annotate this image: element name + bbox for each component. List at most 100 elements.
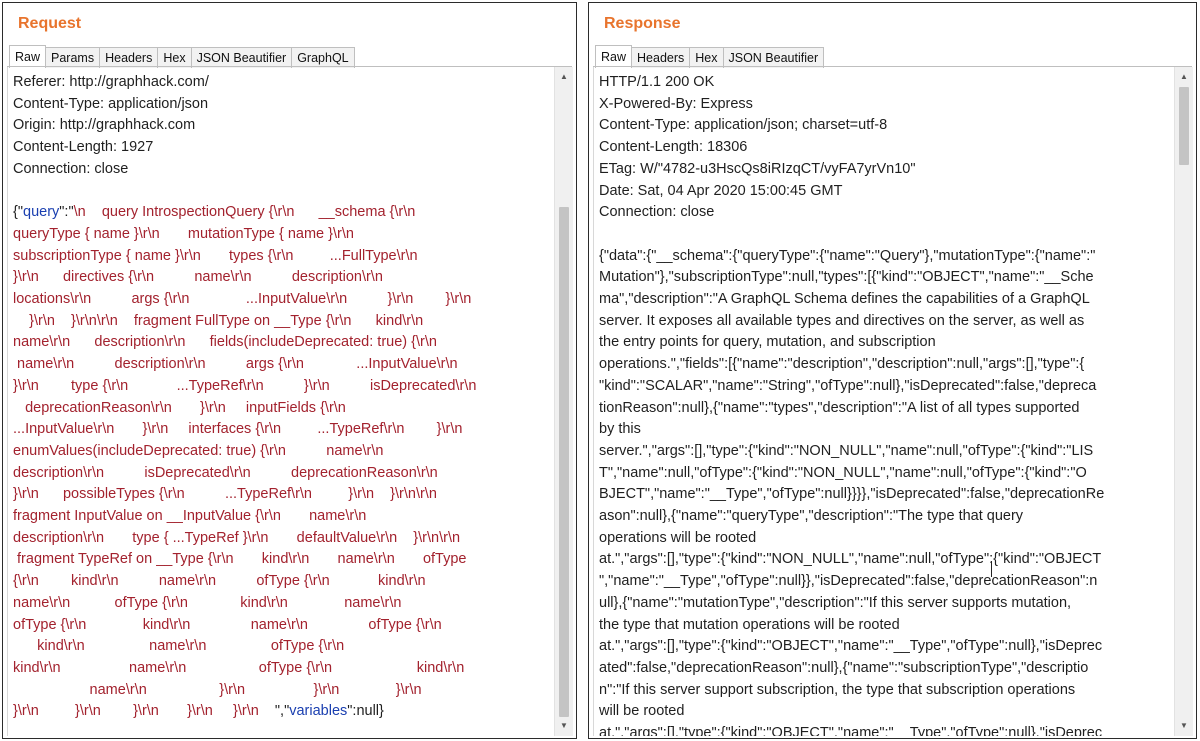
response-body-line: operations.","fields":[{"name":"descript… — [599, 356, 1085, 373]
json-string-value: fragment InputValue on __InputValue {\r\… — [13, 508, 367, 525]
response-tab-json-beautifier[interactable]: JSON Beautifier — [722, 47, 825, 68]
scroll-down-arrow-icon[interactable]: ▼ — [1175, 718, 1193, 734]
json-punctuation: ":" — [59, 204, 74, 221]
response-body-line: the entry points for query, mutation, an… — [599, 334, 936, 351]
response-header-line: X-Powered-By: Express — [599, 95, 753, 112]
response-body-line: {"data":{"__schema":{"queryType":{"name"… — [599, 247, 1096, 264]
request-body-line: locations\r\n args {\r\n ...InputValue\r… — [13, 289, 552, 311]
request-body-line: kind\r\n name\r\n ofType {\r\n — [13, 636, 552, 658]
response-header-line: Connection: close — [599, 204, 715, 221]
json-string-value: {\r\n kind\r\n name\r\n ofType {\r\n kin… — [13, 573, 426, 590]
json-string-value: name\r\n }\r\n }\r\n }\r\n — [13, 681, 422, 698]
request-header-line: Content-Length: 1927 — [13, 139, 154, 156]
json-string-value: ofType {\r\n kind\r\n name\r\n ofType {\… — [13, 616, 442, 633]
json-key: variables — [289, 703, 348, 720]
json-string-value: queryType { name }\r\n mutationType { na… — [13, 225, 354, 242]
request-body: {"query":"\n query IntrospectionQuery {\… — [13, 202, 552, 723]
json-string-value: }\r\n type {\r\n ...TypeRef\r\n }\r\n is… — [13, 377, 477, 394]
response-scrollbar[interactable]: ▲ ▼ — [1174, 67, 1193, 736]
request-body-line: kind\r\n name\r\n ofType {\r\n kind\r\n — [13, 658, 552, 680]
response-header-line: Content-Length: 18306 — [599, 139, 748, 156]
response-tab-headers[interactable]: Headers — [631, 47, 691, 68]
request-title: Request — [18, 15, 82, 32]
json-string-value: description\r\n isDeprecated\r\n depreca… — [13, 464, 438, 481]
request-header-line: Referer: http://graphhack.com/ — [13, 74, 209, 90]
request-tabs: Raw Params Headers Hex JSON Beautifier G… — [9, 45, 355, 68]
response-blank-line — [599, 224, 1172, 246]
json-string-value: name\r\n ofType {\r\n kind\r\n name\r\n — [13, 594, 402, 611]
request-body-line: }\r\n }\r\n }\r\n }\r\n }\r\n ","variabl… — [13, 701, 552, 723]
request-tab-graphql[interactable]: GraphQL — [291, 47, 355, 68]
response-title: Response — [604, 15, 681, 32]
request-scroll-thumb[interactable] — [559, 207, 569, 717]
json-string-value: }\r\n directives {\r\n name\r\n descript… — [13, 269, 383, 286]
response-body-line: BJECT","name":"__Type","ofType":null}}}}… — [599, 486, 1105, 503]
request-body-line: enumValues(includeDeprecated: true) {\r\… — [13, 441, 552, 463]
response-body: {"data":{"__schema":{"queryType":{"name"… — [599, 246, 1172, 736]
json-string-value: \n query IntrospectionQuery {\r\n __sche… — [73, 204, 416, 221]
response-body-line: at.","args":[],"type":{"kind":"NON_NULL"… — [599, 551, 1102, 568]
request-body-line: ofType {\r\n kind\r\n name\r\n ofType {\… — [13, 615, 552, 637]
request-body-line: name\r\n }\r\n }\r\n }\r\n — [13, 680, 552, 702]
json-string-value: fragment TypeRef on __Type {\r\n kind\r\… — [13, 551, 467, 568]
request-tab-hex[interactable]: Hex — [157, 47, 192, 68]
json-string-value: }\r\n possibleTypes {\r\n ...TypeRef\r\n… — [13, 486, 437, 503]
request-blank-line — [13, 181, 552, 203]
request-scrollbar[interactable]: ▲ ▼ — [554, 67, 573, 736]
response-pane: Response Raw Headers Hex JSON Beautifier… — [588, 2, 1197, 739]
request-body-line: }\r\n possibleTypes {\r\n ...TypeRef\r\n… — [13, 484, 552, 506]
request-body-line: {\r\n kind\r\n name\r\n ofType {\r\n kin… — [13, 571, 552, 593]
response-body-line: n":"If this server support subscription,… — [599, 681, 1076, 698]
response-body-line: will be rooted — [599, 703, 685, 720]
response-tab-hex[interactable]: Hex — [689, 47, 724, 68]
request-tab-json-beautifier[interactable]: JSON Beautifier — [190, 47, 293, 68]
response-body-line: at.","args":[],"type":{"kind":"OBJECT","… — [599, 638, 1103, 655]
request-body-line: fragment InputValue on __InputValue {\r\… — [13, 506, 552, 528]
response-headers: HTTP/1.1 200 OK X-Powered-By: Express Co… — [599, 72, 1172, 224]
scroll-up-arrow-icon[interactable]: ▲ — [1175, 69, 1193, 85]
response-header-line: Date: Sat, 04 Apr 2020 15:00:45 GMT — [599, 182, 843, 199]
json-string-value: locations\r\n args {\r\n ...InputValue\r… — [13, 291, 472, 308]
json-key: query — [23, 204, 60, 221]
json-string-value: name\r\n description\r\n args {\r\n ...I… — [13, 356, 458, 373]
response-scroll-thumb[interactable] — [1179, 87, 1189, 165]
json-punctuation: {" — [13, 204, 23, 221]
response-text[interactable]: HTTP/1.1 200 OK X-Powered-By: Express Co… — [599, 72, 1172, 736]
text-cursor-icon — [991, 561, 992, 577]
response-body-line: operations will be rooted — [599, 529, 757, 546]
json-string-value: deprecationReason\r\n }\r\n inputFields … — [13, 399, 346, 416]
response-body-line: ason":null},{"name":"queryType","descrip… — [599, 508, 1024, 525]
request-pane: Request Raw Params Headers Hex JSON Beau… — [2, 2, 577, 739]
response-editor[interactable]: HTTP/1.1 200 OK X-Powered-By: Express Co… — [593, 67, 1174, 736]
request-tab-headers[interactable]: Headers — [99, 47, 159, 68]
request-body-line: deprecationReason\r\n }\r\n inputFields … — [13, 398, 552, 420]
request-tab-params[interactable]: Params — [45, 47, 101, 68]
json-punctuation: ":null} — [347, 703, 384, 720]
request-text[interactable]: Referer: http://graphhack.com/ Content-T… — [13, 72, 552, 723]
request-body-line: }\r\n directives {\r\n name\r\n descript… — [13, 267, 552, 289]
request-tab-raw[interactable]: Raw — [9, 45, 47, 68]
request-headers: Referer: http://graphhack.com/ Content-T… — [13, 72, 552, 181]
response-body-line: at.","args":[],"type":{"kind":"OBJECT","… — [599, 725, 1103, 736]
response-body-line: the type that mutation operations will b… — [599, 616, 900, 633]
json-punctuation: "," — [274, 703, 290, 720]
request-body-line: {"query":"\n query IntrospectionQuery {\… — [13, 202, 552, 224]
response-body-line: ","name":"__Type","ofType":null}},"isDep… — [599, 573, 1098, 590]
request-body-line: }\r\n type {\r\n ...TypeRef\r\n }\r\n is… — [13, 376, 552, 398]
request-editor[interactable]: Referer: http://graphhack.com/ Content-T… — [7, 67, 554, 736]
response-tab-raw[interactable]: Raw — [595, 45, 633, 68]
request-body-line: fragment TypeRef on __Type {\r\n kind\r\… — [13, 549, 552, 571]
request-header-line: Origin: http://graphhack.com — [13, 117, 196, 134]
scroll-down-arrow-icon[interactable]: ▼ — [555, 718, 573, 734]
json-string-value: description\r\n type { ...TypeRef }\r\n … — [13, 529, 461, 546]
json-string-value: }\r\n }\r\n\r\n fragment FullType on __T… — [13, 312, 424, 329]
response-body-line: by this — [599, 421, 641, 438]
request-header-line: Connection: close — [13, 160, 129, 177]
json-string-value: }\r\n }\r\n }\r\n }\r\n }\r\n — [13, 703, 275, 720]
request-body-line: description\r\n type { ...TypeRef }\r\n … — [13, 528, 552, 550]
response-body-line: ull},{"name":"mutationType","description… — [599, 594, 1072, 611]
scroll-up-arrow-icon[interactable]: ▲ — [555, 69, 573, 85]
response-header-line: ETag: W/"4782-u3HscQs8iRIzqCT/vyFA7yrVn1… — [599, 160, 916, 177]
response-body-line: ma","description":"A GraphQL Schema defi… — [599, 291, 1090, 308]
json-string-value: subscriptionType { name }\r\n types {\r\… — [13, 247, 418, 264]
